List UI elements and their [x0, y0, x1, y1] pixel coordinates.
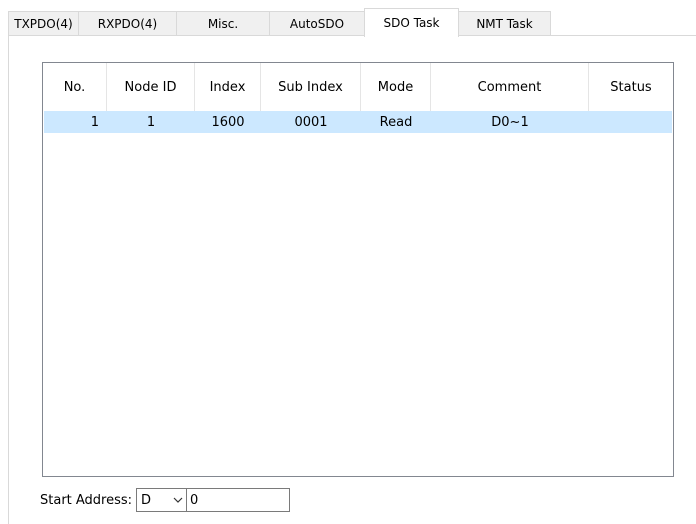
column-label: Node ID [124, 79, 177, 95]
tab-label: AutoSDO [289, 16, 345, 31]
tab-rxpdo[interactable]: RXPDO(4) [78, 11, 177, 35]
column-label: Sub Index [278, 79, 343, 95]
list-header: No. Node ID Index Sub Index Mode Comment… [43, 63, 673, 111]
start-address-label: Start Address: [40, 492, 133, 508]
start-address-input[interactable]: 0 [187, 488, 291, 512]
tab-nmt-task[interactable]: NMT Task [458, 11, 551, 35]
column-label: Mode [377, 79, 414, 95]
column-label: Index [209, 79, 246, 95]
cell-index: 1600 [211, 114, 245, 130]
tab-misc[interactable]: Misc. [176, 11, 270, 35]
device-type-value: D [141, 492, 152, 508]
cell-mode: Read [379, 114, 413, 130]
column-header-status[interactable]: Status [589, 63, 673, 111]
start-address-group: Start Address: D 0 [40, 488, 291, 512]
device-type-select[interactable]: D [136, 488, 188, 512]
tab-label: SDO Task [383, 16, 440, 30]
tab-label: NMT Task [476, 16, 533, 31]
tab-label: RXPDO(4) [97, 16, 158, 31]
tab-label: TXPDO(4) [14, 16, 73, 31]
tab-autosdo[interactable]: AutoSDO [269, 11, 365, 35]
column-label: No. [63, 79, 86, 95]
sdo-task-list[interactable]: No. Node ID Index Sub Index Mode Comment… [42, 62, 674, 477]
start-address-value: 0 [190, 492, 199, 508]
tab-bar: TXPDO(4) RXPDO(4) Misc. AutoSDO SDO Task… [8, 8, 696, 37]
column-header-mode[interactable]: Mode [361, 63, 431, 111]
cell-status [589, 111, 673, 133]
column-header-node-id[interactable]: Node ID [107, 63, 195, 111]
chevron-down-icon [173, 497, 183, 503]
column-header-no[interactable]: No. [43, 63, 107, 111]
cell-no: 1 [90, 114, 99, 130]
tab-sdo-task[interactable]: SDO Task [364, 8, 459, 37]
cell-node-id: 1 [146, 114, 156, 130]
cell-sub-index: 0001 [294, 114, 328, 130]
column-header-index[interactable]: Index [195, 63, 261, 111]
column-header-comment[interactable]: Comment [431, 63, 589, 111]
column-label: Status [610, 79, 652, 95]
tab-label: Misc. [207, 16, 239, 31]
column-label: Comment [477, 79, 542, 95]
tab-txpdo[interactable]: TXPDO(4) [8, 11, 79, 35]
table-row[interactable]: 1 1 1600 0001 Read D0~1 [44, 111, 672, 133]
column-header-sub-index[interactable]: Sub Index [261, 63, 361, 111]
cell-comment: D0~1 [491, 114, 529, 130]
